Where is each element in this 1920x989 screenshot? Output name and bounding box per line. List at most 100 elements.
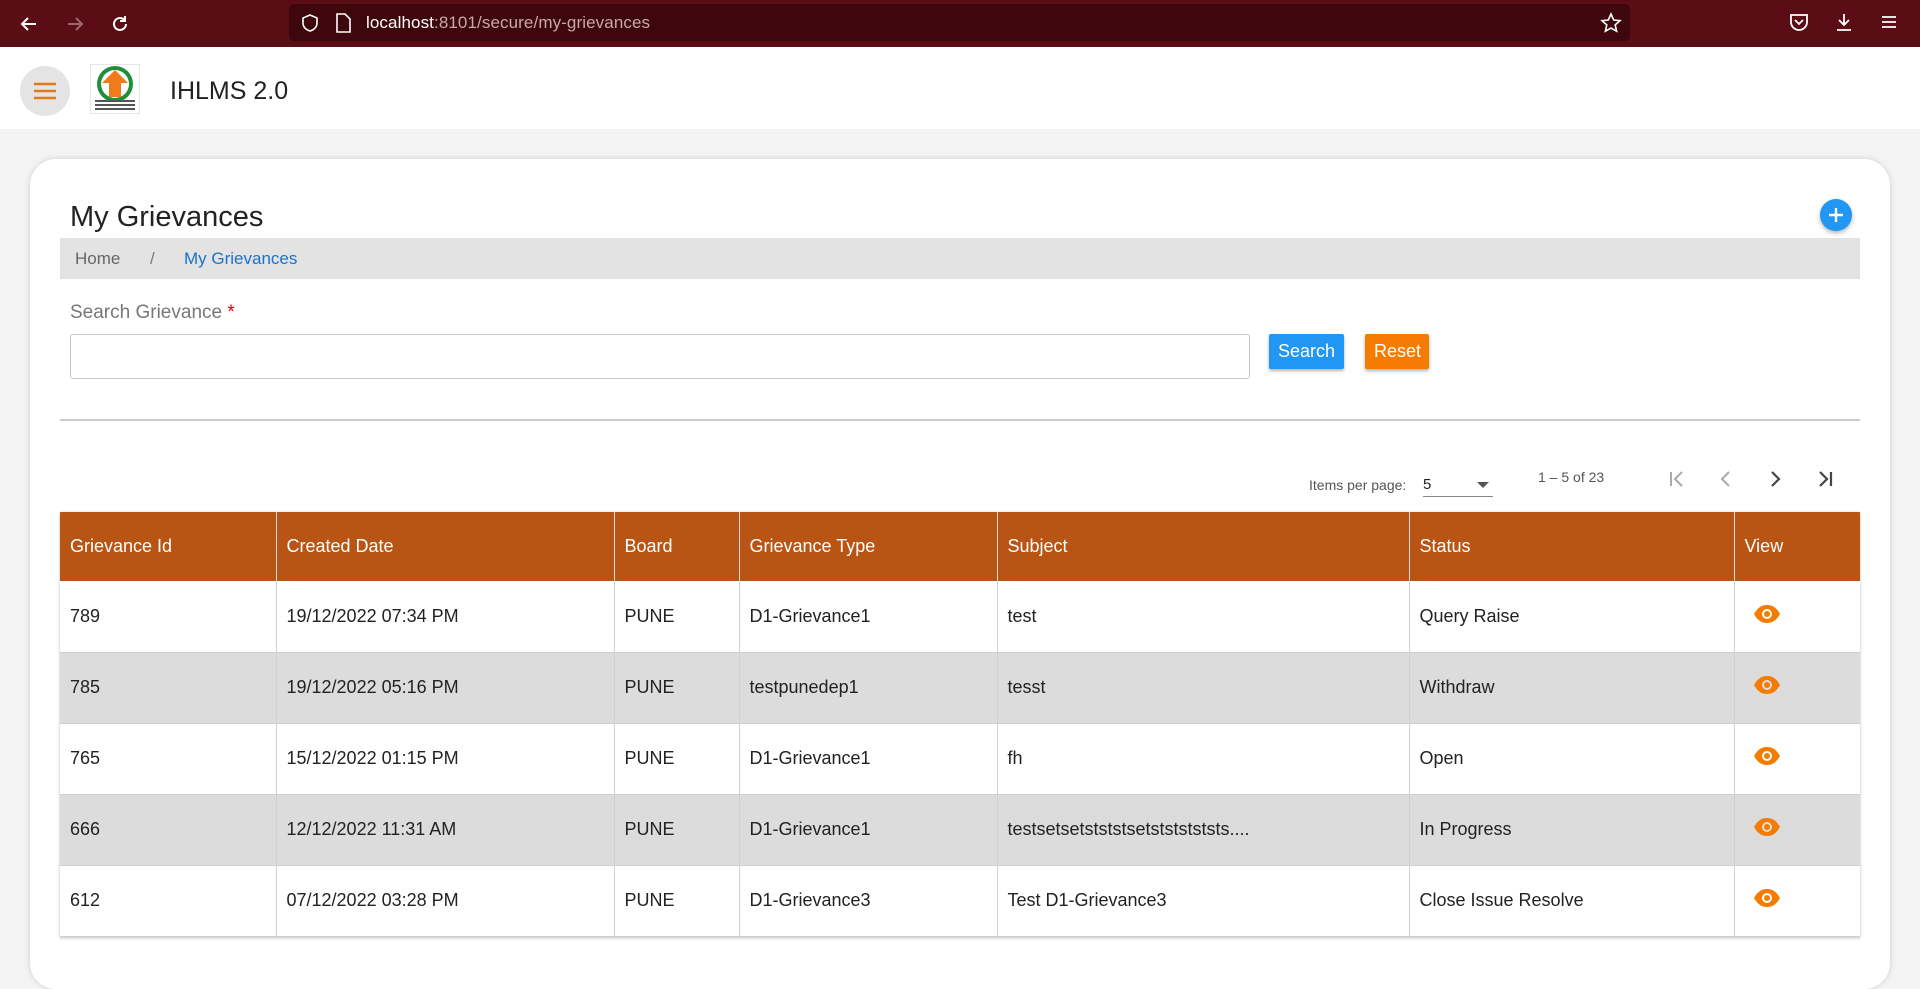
breadcrumb-separator: /	[150, 248, 155, 268]
add-grievance-button[interactable]	[1820, 199, 1852, 231]
table-row: 612 07/12/2022 03:28 PM PUNE D1-Grievanc…	[60, 865, 1860, 937]
cell-grievance-id: 765	[60, 723, 277, 795]
cell-grievance-id: 785	[60, 652, 277, 724]
column-header-created-date[interactable]: Created Date	[276, 512, 615, 581]
cell-grievance-type: D1-Grievance3	[739, 865, 998, 937]
cell-view	[1734, 794, 1860, 866]
app-title: IHLMS 2.0	[170, 77, 289, 105]
browser-toolbar: localhost:8101/secure/my-grievances	[0, 0, 1920, 47]
first-page-button[interactable]	[1657, 459, 1697, 499]
app-logo	[90, 64, 140, 114]
shield-icon	[302, 14, 318, 32]
cell-subject: test	[997, 581, 1410, 653]
browser-menu-icon[interactable]	[1878, 11, 1900, 33]
search-grievance-input[interactable]	[70, 334, 1250, 379]
eye-icon[interactable]	[1752, 816, 1782, 838]
required-mark: *	[227, 302, 235, 323]
chevron-left-icon	[1720, 471, 1730, 487]
breadcrumb: Home / My Grievances	[60, 238, 1860, 279]
address-bar[interactable]: localhost:8101/secure/my-grievances	[289, 4, 1630, 41]
cell-created-date: 19/12/2022 05:16 PM	[276, 652, 615, 724]
pocket-icon[interactable]	[1788, 11, 1810, 33]
reset-button[interactable]: Reset	[1365, 334, 1429, 369]
cell-grievance-id: 666	[60, 794, 277, 866]
column-header-subject[interactable]: Subject	[997, 512, 1410, 581]
cell-view	[1734, 581, 1860, 653]
cell-view	[1734, 723, 1860, 795]
download-icon[interactable]	[1833, 11, 1855, 33]
last-page-button[interactable]	[1805, 459, 1845, 499]
last-page-icon	[1819, 471, 1833, 487]
column-header-board[interactable]: Board	[614, 512, 740, 581]
dropdown-arrow-icon	[1477, 482, 1489, 488]
cell-view	[1734, 865, 1860, 937]
cell-board: PUNE	[614, 652, 740, 724]
url-path: :8101/secure/my-grievances	[434, 12, 651, 32]
forward-arrow-icon[interactable]	[63, 12, 87, 36]
grievances-table: Grievance Id Created Date Board Grievanc…	[60, 512, 1860, 937]
cell-status: Open	[1409, 723, 1735, 795]
chevron-right-icon	[1771, 471, 1781, 487]
eye-icon[interactable]	[1752, 674, 1782, 696]
cell-view	[1734, 652, 1860, 724]
cell-status: In Progress	[1409, 794, 1735, 866]
cell-board: PUNE	[614, 581, 740, 653]
cell-board: PUNE	[614, 794, 740, 866]
breadcrumb-current: My Grievances	[184, 248, 298, 268]
back-arrow-icon[interactable]	[17, 12, 41, 36]
cell-board: PUNE	[614, 865, 740, 937]
page-icon	[336, 13, 351, 33]
cell-status: Query Raise	[1409, 581, 1735, 653]
cell-subject: tesst	[997, 652, 1410, 724]
eye-icon[interactable]	[1752, 745, 1782, 767]
table-row: 765 15/12/2022 01:15 PM PUNE D1-Grievanc…	[60, 723, 1860, 795]
page-title: My Grievances	[70, 201, 264, 233]
previous-page-button[interactable]	[1706, 459, 1746, 499]
cell-grievance-type: testpunedep1	[739, 652, 998, 724]
search-button[interactable]: Search	[1269, 334, 1344, 369]
cell-subject: Test D1-Grievance3	[997, 865, 1410, 937]
table-header-row: Grievance Id Created Date Board Grievanc…	[60, 512, 1860, 581]
grievances-card: My Grievances Home / My Grievances Searc…	[30, 159, 1890, 989]
plus-icon	[1829, 208, 1843, 222]
column-header-grievance-id[interactable]: Grievance Id	[60, 512, 277, 581]
app-header: IHLMS 2.0	[0, 47, 1920, 129]
star-icon[interactable]	[1600, 12, 1622, 34]
cell-created-date: 15/12/2022 01:15 PM	[276, 723, 615, 795]
breadcrumb-home-link[interactable]: Home	[75, 249, 120, 269]
eye-icon[interactable]	[1752, 603, 1782, 625]
cell-status: Close Issue Resolve	[1409, 865, 1735, 937]
menu-button[interactable]	[20, 66, 70, 116]
url-text: localhost:8101/secure/my-grievances	[366, 13, 650, 33]
cell-grievance-id: 789	[60, 581, 277, 653]
cell-board: PUNE	[614, 723, 740, 795]
cell-grievance-type: D1-Grievance1	[739, 794, 998, 866]
next-page-button[interactable]	[1755, 459, 1795, 499]
items-per-page-label: Items per page:	[1309, 477, 1407, 493]
cell-grievance-id: 612	[60, 865, 277, 937]
first-page-icon	[1670, 471, 1683, 487]
page-range-label: 1 – 5 of 23	[1538, 469, 1605, 485]
column-header-grievance-type[interactable]: Grievance Type	[739, 512, 998, 581]
table-row: 666 12/12/2022 11:31 AM PUNE D1-Grievanc…	[60, 794, 1860, 866]
column-header-status[interactable]: Status	[1409, 512, 1735, 581]
cell-grievance-type: D1-Grievance1	[739, 581, 998, 653]
reload-icon[interactable]	[108, 12, 132, 36]
cell-created-date: 12/12/2022 11:31 AM	[276, 794, 615, 866]
url-host: localhost	[366, 12, 434, 32]
table-row: 785 19/12/2022 05:16 PM PUNE testpunedep…	[60, 652, 1860, 724]
hamburger-icon	[34, 82, 56, 100]
cell-created-date: 19/12/2022 07:34 PM	[276, 581, 615, 653]
column-header-view: View	[1734, 512, 1860, 581]
search-label: Search Grievance *	[70, 302, 235, 324]
table-row: 789 19/12/2022 07:34 PM PUNE D1-Grievanc…	[60, 581, 1860, 653]
divider	[60, 419, 1860, 421]
cell-subject: testsetsetstststsetstststststs....	[997, 794, 1410, 866]
items-per-page-value: 5	[1423, 476, 1432, 493]
cell-status: Withdraw	[1409, 652, 1735, 724]
cell-created-date: 07/12/2022 03:28 PM	[276, 865, 615, 937]
eye-icon[interactable]	[1752, 887, 1782, 909]
cell-subject: fh	[997, 723, 1410, 795]
items-per-page-select[interactable]: 5	[1423, 474, 1493, 497]
cell-grievance-type: D1-Grievance1	[739, 723, 998, 795]
